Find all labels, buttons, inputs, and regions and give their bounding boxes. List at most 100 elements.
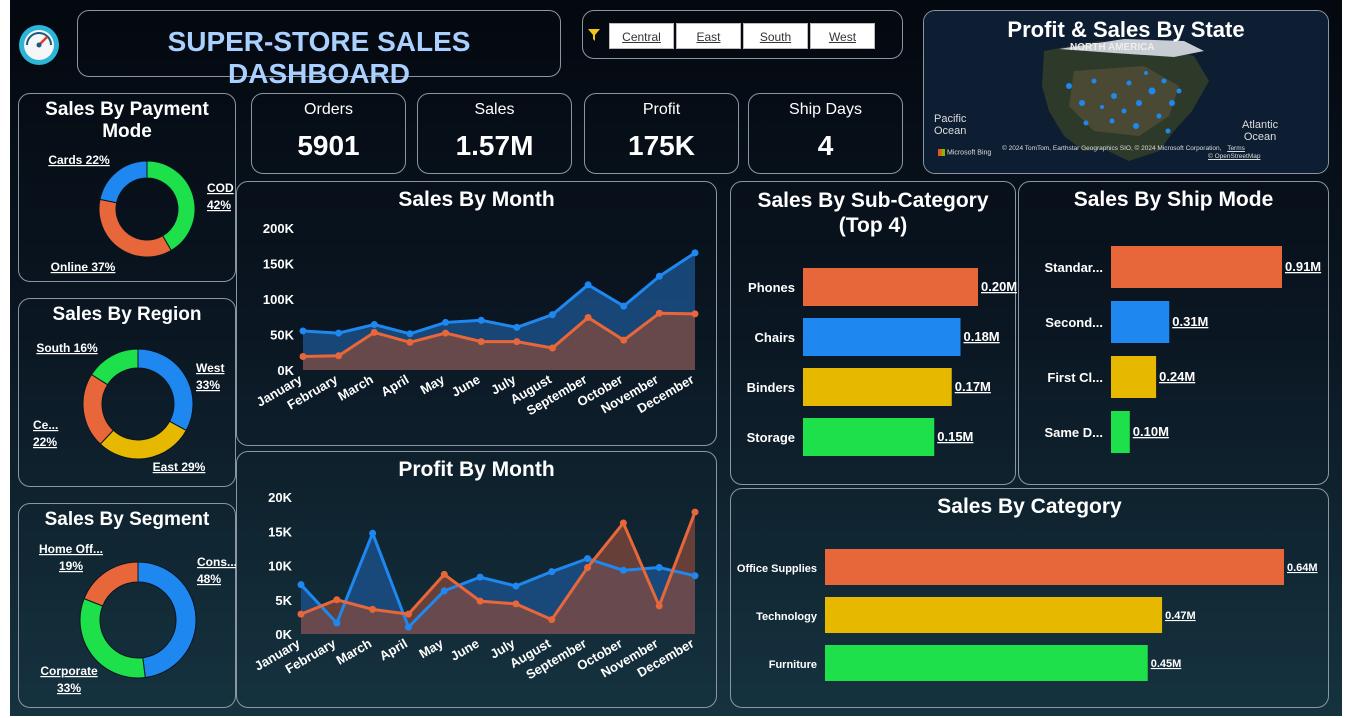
payment-slice-0[interactable] — [146, 160, 196, 252]
map-osm-link[interactable]: © OpenStreetMap — [1208, 153, 1260, 160]
region-slice-0[interactable] — [137, 348, 194, 432]
segment-slice-2[interactable] — [83, 561, 139, 607]
sales-month-point[interactable] — [655, 272, 663, 280]
subcategory-bar-1[interactable] — [803, 318, 961, 356]
region-donut[interactable]: West 33% East 29% Ce... 22% South 16% — [19, 299, 237, 488]
sales-month-point[interactable] — [442, 318, 450, 326]
shipmode-bar-2[interactable] — [1111, 356, 1157, 398]
profit-month-point[interactable] — [655, 602, 663, 610]
kpi-profit-value: 175K — [628, 130, 695, 161]
shipmode-chart[interactable]: Standar... 0.91M Second... 0.31M First Cl...… — [1019, 182, 1330, 486]
sales-month-point[interactable] — [584, 313, 592, 321]
sales-month-point[interactable] — [513, 338, 521, 346]
sales-month-point[interactable] — [655, 309, 663, 317]
sales-month-point[interactable] — [584, 281, 592, 289]
segment-donut[interactable]: Cons... 48% Corporate 33% Home Off... 19% — [19, 504, 237, 709]
sales-month-point[interactable] — [370, 321, 378, 329]
profit-month-point[interactable] — [297, 581, 305, 589]
profit-month-point[interactable] — [297, 610, 305, 618]
region-slice-3[interactable] — [90, 348, 139, 386]
payment-donut[interactable]: COD 42% Online 37% Cards 22% — [19, 94, 237, 283]
payment-slice-2[interactable] — [99, 160, 148, 204]
map-label-pacific: Pacific Ocean — [934, 113, 967, 137]
filter-south-button[interactable]: South — [743, 23, 808, 49]
profit-month-point[interactable] — [404, 623, 412, 631]
region-slice-1[interactable] — [99, 420, 187, 460]
profit-month-point[interactable] — [691, 508, 699, 516]
profit-month-point[interactable] — [512, 600, 520, 608]
profit-month-point[interactable] — [691, 572, 699, 580]
profit-month-point[interactable] — [655, 564, 663, 572]
profit-month-point[interactable] — [584, 564, 592, 572]
profit-month-point[interactable] — [369, 605, 377, 613]
sales-month-point[interactable] — [548, 311, 556, 319]
shipmode-category-label: Standar... — [1044, 260, 1103, 275]
sales-month-point[interactable] — [620, 302, 628, 310]
sales-month-point[interactable] — [477, 338, 485, 346]
sales-month-point[interactable] — [335, 329, 343, 337]
sales-month-point[interactable] — [691, 249, 699, 257]
shipmode-bar-0[interactable] — [1111, 246, 1282, 288]
map-label-north-america: NORTH AMERICA — [1070, 42, 1155, 53]
map-card: Profit & Sales By State NORTH AMERICA Pa… — [923, 10, 1329, 174]
profit-month-point[interactable] — [512, 582, 520, 590]
sales-month-point[interactable] — [442, 329, 450, 337]
filter-east-button[interactable]: East — [676, 23, 741, 49]
profit-month-point[interactable] — [619, 519, 627, 527]
profit-month-point[interactable] — [440, 587, 448, 595]
profit-month-point[interactable] — [333, 596, 341, 604]
profit-month-point[interactable] — [584, 555, 592, 563]
profit-month-point[interactable] — [404, 610, 412, 618]
sales-month-point[interactable] — [620, 336, 628, 344]
sales-month-point[interactable] — [299, 327, 307, 335]
subcategory-chart[interactable]: Phones 0.20M Chairs 0.18M Binders 0.17M Storag… — [731, 182, 1017, 486]
payment-label-0: COD 42% — [207, 181, 234, 212]
sales-month-point[interactable] — [477, 316, 485, 324]
category-chart[interactable]: Office Supplies 0.64M Technology 0.47M Furni… — [731, 489, 1330, 709]
sales-month-point[interactable] — [513, 323, 521, 331]
shipmode-category-label: First Cl... — [1047, 370, 1103, 385]
subcategory-card: Sales By Sub-Category (Top 4) Phones 0.20… — [730, 181, 1017, 486]
sales-month-point[interactable] — [299, 353, 307, 361]
segment-label-1: Corporate 33% — [40, 664, 98, 695]
sales-month-point[interactable] — [335, 352, 343, 360]
filter-west-button[interactable]: West — [810, 23, 875, 49]
sales-month-card: Sales By Month 200K 150K 100K 50K 0K January F… — [236, 181, 717, 446]
shipmode-bar-1[interactable] — [1111, 301, 1170, 343]
sales-month-point[interactable] — [406, 330, 414, 338]
profit-month-point[interactable] — [476, 573, 484, 581]
profit-month-point[interactable] — [548, 568, 556, 576]
region-slice-2[interactable] — [82, 373, 115, 445]
kpi-profit-card: Profit 175K — [584, 93, 739, 174]
sales-month-point[interactable] — [406, 338, 414, 346]
segment-label-0: Cons... 48% — [197, 555, 237, 586]
category-bar-0[interactable] — [825, 549, 1284, 585]
profit-month-point[interactable] — [619, 566, 627, 574]
category-bar-1[interactable] — [825, 597, 1163, 633]
profit-month-point[interactable] — [440, 570, 448, 578]
profit-month-point[interactable] — [548, 616, 556, 624]
sales-month-point[interactable] — [370, 328, 378, 336]
profit-month-point[interactable] — [476, 597, 484, 605]
filter-central-button[interactable]: Central — [609, 23, 674, 49]
sales-month-point[interactable] — [691, 310, 699, 318]
profit-month-point[interactable] — [369, 529, 377, 537]
title-card: SUPER-STORE SALES DASHBOARD — [77, 10, 561, 89]
profit-month-point[interactable] — [333, 619, 341, 627]
sales-month-chart[interactable]: 200K150K100K50K0KJanuaryFebruaryMarch Apr… — [237, 182, 718, 447]
map-title: Profit & Sales By State — [1007, 17, 1245, 42]
sales-month-point[interactable] — [548, 344, 556, 352]
profit-month-card: Profit By Month 20K 15K 10K 5K 0K January Febr… — [236, 451, 717, 708]
profit-month-xtick: April — [377, 636, 410, 664]
profit-month-chart[interactable]: 20K15K10K5K0KJanuaryFebruaryMarch April Ma… — [237, 452, 718, 709]
subcategory-bar-2[interactable] — [803, 368, 952, 406]
segment-slice-0[interactable] — [137, 561, 197, 679]
category-bar-2[interactable] — [825, 645, 1148, 681]
payment-slice-1[interactable] — [98, 198, 172, 258]
subcategory-bar-0[interactable] — [803, 268, 978, 306]
subcategory-bar-3[interactable] — [803, 418, 935, 456]
map-label-atlantic: Atlantic Ocean — [1242, 119, 1279, 143]
shipmode-bar-3[interactable] — [1111, 411, 1130, 453]
kpi-sales-label: Sales — [474, 101, 515, 118]
map-terms-link[interactable]: Terms — [1227, 145, 1245, 152]
